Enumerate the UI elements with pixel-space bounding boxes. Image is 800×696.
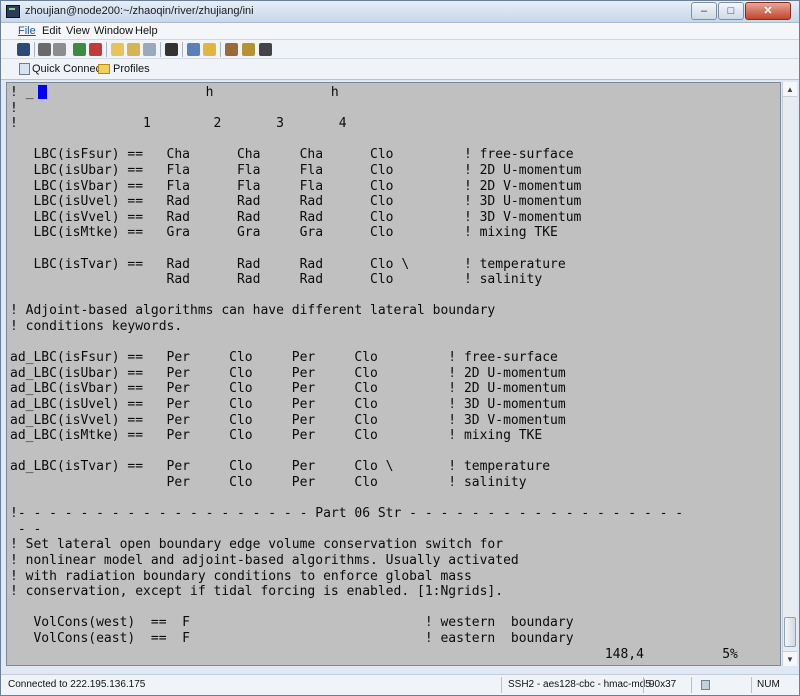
- print-icon[interactable]: [38, 43, 51, 56]
- terminal-line: ad_LBC(isTvar) == Per Clo Per Clo \ ! te…: [10, 459, 551, 475]
- terminal-line: LBC(isVvel) == Rad Rad Rad Clo ! 3D V-mo…: [10, 209, 582, 225]
- title-bar: zhoujian@node200:~/zhaoqin/river/zhujian…: [1, 1, 799, 23]
- sftp-icon[interactable]: [225, 43, 238, 56]
- terminal-line: ad_LBC(isUvel) == Per Clo Per Clo ! 3D U…: [10, 397, 566, 412]
- terminal-line: VolCons(east) == F ! eastern boundary: [10, 631, 574, 646]
- terminal-line: Per Clo Per Clo ! salinity: [10, 475, 527, 490]
- settings-icon[interactable]: [203, 43, 216, 56]
- profiles-toolbar: Quick Connect Profiles: [1, 59, 799, 80]
- terminal-line: ! with radiation boundary conditions to …: [10, 568, 472, 584]
- terminal-line: LBC(isMtke) == Gra Gra Gra Clo ! mixing …: [10, 225, 558, 241]
- terminal-line: 148,4 5%: [10, 646, 738, 662]
- find-icon[interactable]: [165, 43, 178, 56]
- copy-icon[interactable]: [111, 43, 124, 56]
- minimize-button[interactable]: –: [691, 2, 717, 20]
- status-divider: [501, 677, 502, 693]
- status-divider: [751, 677, 752, 693]
- paste-icon[interactable]: [127, 43, 140, 56]
- terminal-line: Rad Rad Rad Clo ! salinity: [10, 272, 543, 288]
- toolbar-divider: [182, 42, 183, 57]
- menu-file[interactable]: File: [18, 25, 36, 37]
- terminal-line: ad_LBC(isVbar) == Per Clo Per Clo ! 2D U…: [10, 381, 566, 397]
- terminal-line: - -: [10, 521, 42, 537]
- terminal-line: ad_LBC(isVvel) == Per Clo Per Clo ! 3D V…: [10, 412, 566, 428]
- terminal-line: !- - - - - - - - - - - - - - - - - - - P…: [10, 506, 684, 522]
- profiles-button[interactable]: Profiles: [113, 63, 150, 75]
- terminal-line: ! nonlinear model and adjoint-based algo…: [10, 553, 519, 568]
- connection-status: Connected to 222.195.136.175: [8, 679, 146, 690]
- disconnect-icon[interactable]: [89, 43, 102, 56]
- toolbar-divider: [160, 42, 161, 57]
- quick-connect-button[interactable]: Quick Connect: [32, 63, 104, 75]
- terminal-line: ! conditions keywords.: [10, 319, 183, 334]
- menu-help[interactable]: Help: [135, 25, 158, 37]
- scrollbar-thumb[interactable]: [784, 617, 796, 647]
- terminal-line: LBC(isUvel) == Rad Rad Rad Clo ! 3D U-mo…: [10, 194, 582, 210]
- maximize-button[interactable]: □: [718, 2, 744, 20]
- window-title: zhoujian@node200:~/zhaoqin/river/zhujian…: [25, 5, 254, 17]
- terminal-size: 90x37: [649, 679, 677, 690]
- scroll-up-arrow-icon[interactable]: ▲: [783, 82, 797, 97]
- new-connection-icon[interactable]: [73, 43, 86, 56]
- terminal-line: LBC(isUbar) == Fla Fla Fla Clo ! 2D U-mo…: [10, 163, 582, 178]
- select-all-icon[interactable]: [143, 43, 156, 56]
- terminal-app-icon[interactable]: [6, 5, 20, 18]
- lock-icon: [701, 680, 710, 690]
- menu-bar: File Edit View Window Help: [1, 23, 799, 40]
- scroll-down-arrow-icon[interactable]: ▼: [783, 651, 797, 666]
- keygen-icon[interactable]: [242, 43, 255, 56]
- help-icon[interactable]: [259, 43, 272, 56]
- folder-icon[interactable]: [98, 64, 110, 74]
- main-toolbar: [1, 40, 799, 59]
- terminal-line: ad_LBC(isUbar) == Per Clo Per Clo ! 2D U…: [10, 365, 566, 381]
- terminal-line: LBC(isTvar) == Rad Rad Rad Clo \ ! tempe…: [10, 256, 566, 272]
- quick-connect-icon[interactable]: [19, 63, 30, 75]
- status-divider: [691, 677, 692, 693]
- terminal-line: ! _ h h: [10, 85, 339, 100]
- vertical-scrollbar[interactable]: ▲ ▼: [782, 82, 797, 666]
- toolbar-divider: [106, 42, 107, 57]
- terminal-area[interactable]: ! _ h h!! 1 2 3 4 LBC(isFsur) == Cha Cha…: [6, 82, 781, 666]
- save-icon[interactable]: [17, 43, 30, 56]
- terminal-line: LBC(isVbar) == Fla Fla Fla Clo ! 2D V-mo…: [10, 178, 582, 194]
- terminal-line: LBC(isFsur) == Cha Cha Cha Clo ! free-su…: [10, 147, 574, 163]
- terminal-line: ad_LBC(isMtke) == Per Clo Per Clo ! mixi…: [10, 428, 543, 444]
- toolbar-divider: [34, 42, 35, 57]
- close-button[interactable]: ✕: [745, 2, 791, 20]
- terminal-line: !: [10, 100, 18, 116]
- terminal-line: ! Set lateral open boundary edge volume …: [10, 537, 504, 553]
- print-preview-icon[interactable]: [53, 43, 66, 56]
- ssh-client-window: zhoujian@node200:~/zhaoqin/river/zhujian…: [0, 0, 800, 696]
- file-transfer-icon[interactable]: [187, 43, 200, 56]
- toolbar-divider: [220, 42, 221, 57]
- terminal-line: ! conservation, except if tidal forcing …: [10, 584, 504, 600]
- status-bar: Connected to 222.195.136.175 SSH2 - aes1…: [1, 674, 799, 695]
- terminal-line: ad_LBC(isFsur) == Per Clo Per Clo ! free…: [10, 350, 558, 366]
- status-divider: [643, 677, 644, 693]
- menu-view[interactable]: View: [66, 25, 90, 37]
- cipher-info: SSH2 - aes128-cbc - hmac-md5: [508, 679, 651, 690]
- menu-window[interactable]: Window: [94, 25, 133, 37]
- terminal-line: ! 1 2 3 4: [10, 116, 347, 132]
- menu-edit[interactable]: Edit: [42, 25, 61, 37]
- terminal-line: VolCons(west) == F ! western boundary: [10, 615, 574, 631]
- num-lock-indicator: NUM: [757, 679, 780, 690]
- terminal-line: ! Adjoint-based algorithms can have diff…: [10, 303, 496, 319]
